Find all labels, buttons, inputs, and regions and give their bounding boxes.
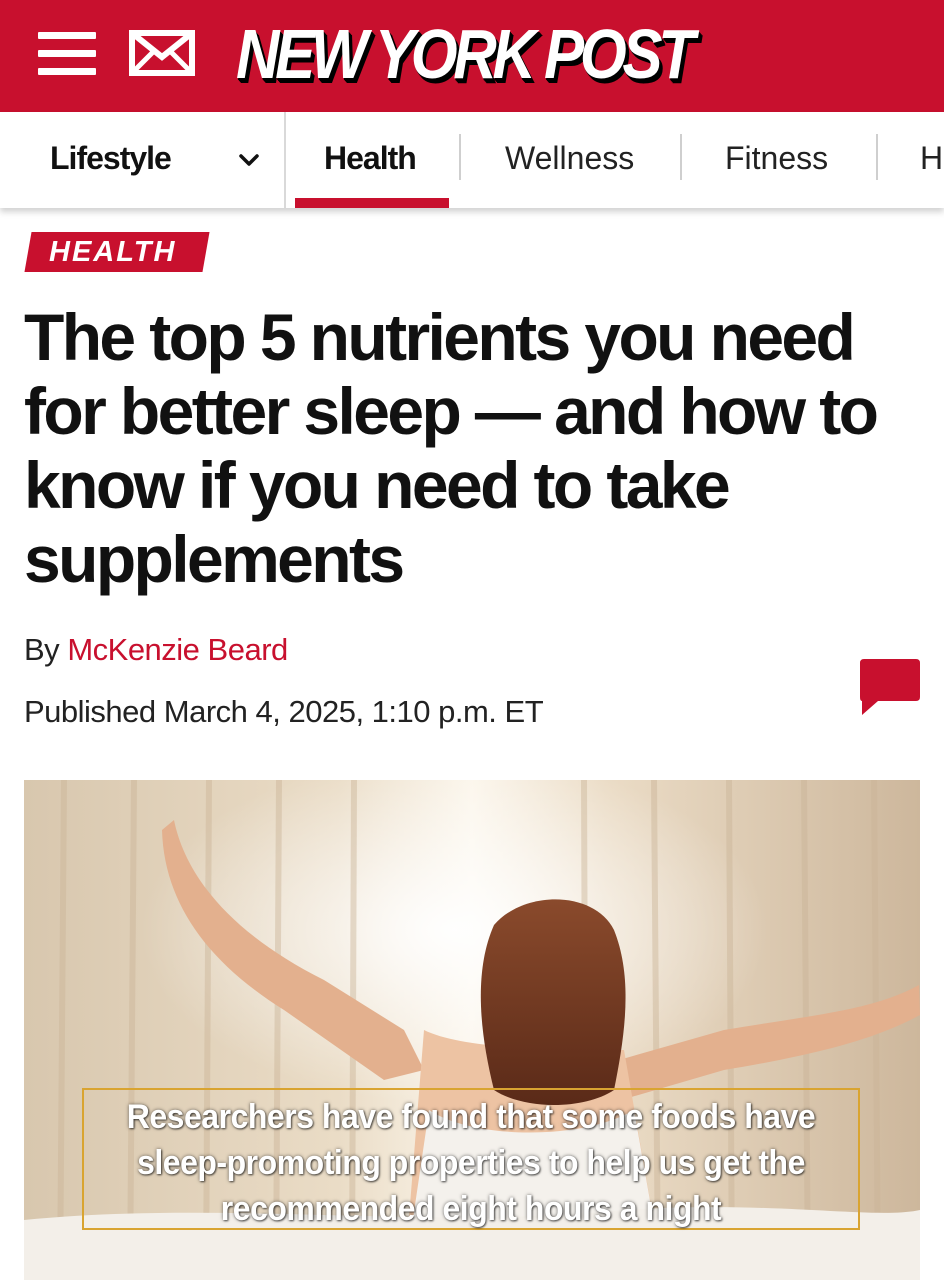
active-tab-indicator xyxy=(295,198,449,208)
article-headline: The top 5 nutrients you need for better … xyxy=(24,300,879,596)
chevron-down-icon[interactable] xyxy=(236,150,262,170)
menu-line xyxy=(38,68,96,75)
byline-prefix: By xyxy=(24,632,60,667)
hamburger-menu-icon[interactable] xyxy=(38,30,96,76)
published-date: Published March 4, 2025, 1:10 p.m. ET xyxy=(24,694,544,729)
section-nav: Lifestyle Health Wellness Fitness H xyxy=(0,112,944,208)
tab-next-partial[interactable]: H xyxy=(920,112,943,208)
envelope-icon[interactable] xyxy=(128,29,196,77)
tab-wellness[interactable]: Wellness xyxy=(505,112,634,208)
nav-separator xyxy=(876,134,878,180)
image-caption: Researchers have found that some foods h… xyxy=(126,1098,816,1228)
byline: By McKenzie Beard xyxy=(24,632,288,668)
tab-fitness[interactable]: Fitness xyxy=(725,112,828,208)
nav-divider xyxy=(284,112,286,208)
tab-health[interactable]: Health xyxy=(324,112,417,208)
nav-section-lifestyle[interactable]: Lifestyle xyxy=(50,112,172,208)
author-link[interactable]: McKenzie Beard xyxy=(67,632,288,667)
nav-separator xyxy=(459,134,461,180)
section-tag[interactable]: HEALTH xyxy=(49,232,176,272)
comment-bubble-icon[interactable] xyxy=(858,657,922,719)
menu-line xyxy=(38,32,96,39)
nav-separator xyxy=(680,134,682,180)
top-header: NEW YORK POST xyxy=(0,0,944,112)
site-logo[interactable]: NEW YORK POST xyxy=(236,14,695,94)
menu-line xyxy=(38,50,96,57)
